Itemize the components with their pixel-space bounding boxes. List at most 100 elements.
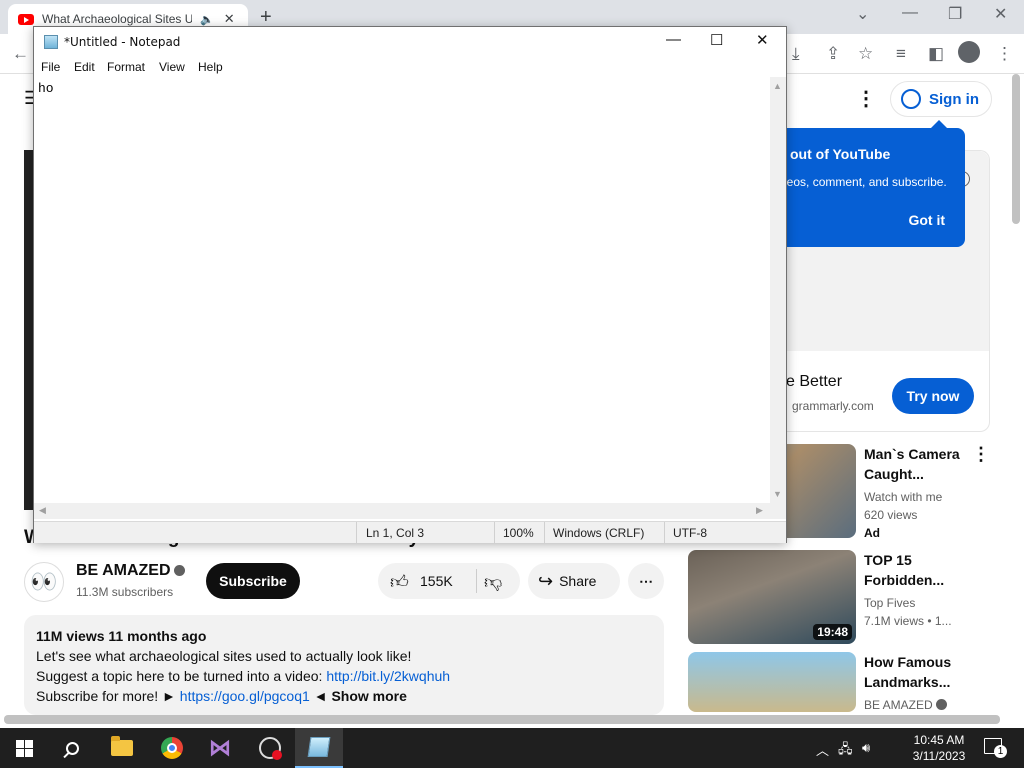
windows-logo-icon bbox=[15, 739, 33, 757]
restore-button[interactable]: ❐ bbox=[948, 4, 962, 24]
zoom-level: 100% bbox=[503, 526, 534, 540]
description-line: Let's see what archaeological sites used… bbox=[36, 648, 412, 664]
recommendation-views: 620 views bbox=[864, 508, 918, 522]
notepad-minimize-button[interactable]: — bbox=[666, 31, 681, 48]
page-vertical-scrollbar[interactable] bbox=[1012, 74, 1020, 224]
channel-avatar[interactable]: 👀 bbox=[24, 562, 64, 602]
bookmark-star-icon[interactable]: ☆ bbox=[858, 44, 873, 64]
taskbar-visual-studio[interactable]: ⋈ bbox=[196, 728, 244, 768]
notepad-menubar: File Edit Format View Help bbox=[34, 57, 786, 77]
menu-file[interactable]: File bbox=[41, 60, 60, 74]
share-icon[interactable]: ⇪ bbox=[826, 44, 840, 64]
tab-title: What Archaeological Sites U bbox=[42, 12, 192, 26]
search-icon bbox=[65, 741, 79, 755]
tab-search-chevron-icon[interactable]: ⌄ bbox=[856, 4, 869, 24]
like-count[interactable]: 155K bbox=[420, 573, 453, 589]
description-line: Subscribe for more! ► https://goo.gl/pgc… bbox=[36, 688, 407, 704]
chrome-menu-icon[interactable]: ⋮ bbox=[996, 44, 1013, 64]
video-thumbnail[interactable] bbox=[688, 652, 856, 712]
channel-name[interactable]: BE AMAZED bbox=[76, 562, 185, 580]
video-description[interactable]: 11M views 11 months ago Let's see what a… bbox=[24, 615, 664, 715]
got-it-button[interactable]: Got it bbox=[908, 212, 945, 228]
show-more-button[interactable]: Show more bbox=[331, 688, 406, 704]
try-now-button[interactable]: Try now bbox=[892, 378, 974, 414]
recommendation-title[interactable]: TOP 15 Forbidden... bbox=[864, 550, 974, 590]
sign-in-button[interactable]: Sign in bbox=[890, 81, 992, 117]
page-horizontal-scrollbar[interactable] bbox=[4, 715, 1000, 724]
recorder-icon bbox=[259, 737, 282, 760]
like-dislike-group: 👍︎ 155K 👎︎ bbox=[378, 563, 520, 599]
scroll-left-icon[interactable]: ◀ bbox=[39, 505, 46, 516]
youtube-favicon-icon bbox=[18, 13, 34, 25]
ad-domain: grammarly.com bbox=[792, 399, 874, 413]
notepad-titlebar[interactable]: *Untitled - Notepad — ☐ ✕ bbox=[34, 27, 786, 57]
recommendation-title[interactable]: Man`s Camera Caught... bbox=[864, 444, 974, 484]
more-actions-button[interactable]: ⋯ bbox=[628, 563, 664, 599]
notepad-vertical-scrollbar[interactable]: ▲ ▼ bbox=[770, 77, 786, 511]
tooltip-title: out of YouTube bbox=[790, 146, 891, 162]
network-icon[interactable]: 🖧 bbox=[838, 740, 853, 762]
sign-in-label: Sign in bbox=[929, 90, 979, 108]
channel-subscribers: 11.3M subscribers bbox=[76, 585, 174, 599]
taskbar-file-explorer[interactable] bbox=[98, 728, 146, 768]
taskbar-notepad[interactable] bbox=[295, 728, 343, 768]
recommendation-views: 7.1M views • 1... bbox=[864, 614, 952, 628]
tab-close-icon[interactable]: ✕ bbox=[224, 11, 235, 27]
divider bbox=[476, 569, 477, 593]
notepad-window: *Untitled - Notepad — ☐ ✕ File Edit Form… bbox=[33, 26, 787, 544]
visual-studio-icon: ⋈ bbox=[209, 735, 231, 760]
taskbar-search-button[interactable] bbox=[48, 728, 96, 768]
menu-view[interactable]: View bbox=[159, 60, 185, 74]
notepad-horizontal-scrollbar[interactable]: ◀ ▶ bbox=[34, 503, 770, 519]
video-duration: 19:48 bbox=[813, 624, 852, 640]
show-hidden-icons-chevron-icon[interactable]: ︿ bbox=[816, 740, 829, 759]
line-ending: Windows (CRLF) bbox=[553, 526, 645, 540]
notepad-text-area[interactable]: ho bbox=[34, 77, 770, 511]
install-icon[interactable]: ⤓ bbox=[792, 44, 800, 64]
verified-icon bbox=[935, 699, 947, 710]
notepad-title: *Untitled - Notepad bbox=[64, 35, 181, 49]
windows-taskbar: ⋈ ︿ 🖧 🔊︎ 10:45 AM 3/11/2023 1 bbox=[0, 728, 1024, 768]
notepad-icon bbox=[44, 35, 58, 49]
start-button[interactable] bbox=[0, 728, 48, 768]
recommendation-menu-icon[interactable]: ⋮ bbox=[972, 444, 990, 465]
subscribe-button[interactable]: Subscribe bbox=[206, 563, 300, 599]
side-panel-icon[interactable]: ◧ bbox=[928, 44, 944, 64]
recommendation-channel: BE AMAZED bbox=[864, 698, 947, 712]
notepad-maximize-button[interactable]: ☐ bbox=[710, 31, 723, 49]
menu-help[interactable]: Help bbox=[198, 60, 223, 74]
scroll-up-icon[interactable]: ▲ bbox=[773, 81, 782, 91]
settings-menu-icon[interactable]: ⋮ bbox=[856, 86, 876, 111]
status-divider bbox=[356, 522, 357, 544]
close-window-button[interactable]: ✕ bbox=[994, 4, 1007, 24]
recommendation-title[interactable]: How Famous Landmarks... bbox=[864, 652, 974, 692]
volume-icon[interactable]: 🔊︎ bbox=[862, 740, 870, 756]
menu-format[interactable]: Format bbox=[107, 60, 145, 74]
system-clock[interactable]: 10:45 AM 3/11/2023 bbox=[906, 732, 972, 764]
profile-avatar-icon[interactable] bbox=[958, 41, 980, 63]
menu-edit[interactable]: Edit bbox=[74, 60, 95, 74]
back-arrow-icon[interactable]: ← bbox=[12, 44, 29, 64]
share-label: Share bbox=[559, 573, 597, 589]
video-thumbnail[interactable]: 19:48 bbox=[688, 550, 856, 644]
like-icon[interactable]: 👍︎ bbox=[390, 571, 409, 593]
sign-in-tooltip: out of YouTube deos, comment, and subscr… bbox=[760, 120, 965, 247]
scroll-down-icon[interactable]: ▼ bbox=[773, 489, 782, 499]
status-divider bbox=[544, 522, 545, 544]
taskbar-chrome[interactable] bbox=[148, 728, 196, 768]
notepad-icon bbox=[307, 737, 331, 757]
dislike-icon[interactable]: 👎︎ bbox=[484, 571, 502, 593]
clock-date: 3/11/2023 bbox=[912, 749, 966, 763]
cursor-position: Ln 1, Col 3 bbox=[366, 526, 425, 540]
verified-icon bbox=[173, 565, 185, 576]
media-queue-icon[interactable]: ≡ bbox=[896, 44, 906, 64]
notepad-close-button[interactable]: ✕ bbox=[756, 31, 769, 49]
speaker-icon[interactable]: 🔈 bbox=[200, 13, 214, 26]
suggest-topic-link[interactable]: http://bit.ly/2kwqhuh bbox=[326, 668, 450, 684]
scroll-right-icon[interactable]: ▶ bbox=[756, 505, 763, 516]
subscribe-link[interactable]: https://goo.gl/pgcoq1 bbox=[180, 688, 310, 704]
minimize-button[interactable]: — bbox=[902, 4, 918, 22]
folder-icon bbox=[111, 736, 133, 756]
share-button[interactable]: ↪ Share bbox=[528, 563, 620, 599]
taskbar-recorder[interactable] bbox=[246, 728, 294, 768]
